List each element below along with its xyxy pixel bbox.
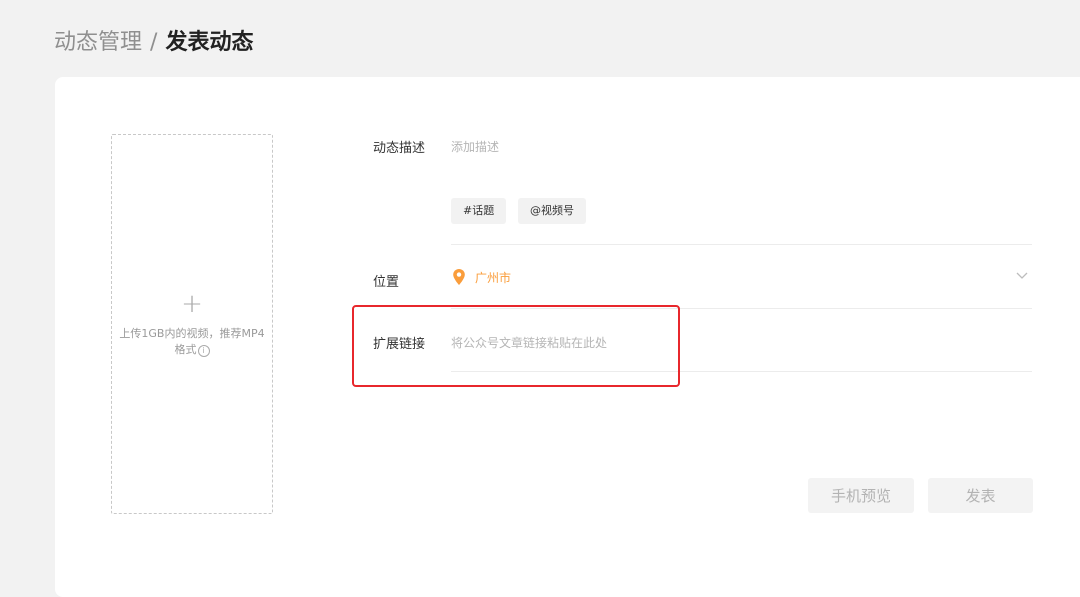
publish-button[interactable]: 发表 xyxy=(928,478,1033,513)
description-input[interactable]: 添加描述 xyxy=(451,138,499,155)
description-label: 动态描述 xyxy=(373,141,426,156)
breadcrumb: 动态管理 / 发表动态 xyxy=(54,28,253,58)
upload-hint: 上传1GB内的视频，推荐MP4格式 i xyxy=(119,327,265,357)
info-icon[interactable]: i xyxy=(197,345,210,357)
page-title: 发表动态 xyxy=(165,30,254,55)
divider xyxy=(451,244,1032,245)
mobile-preview-button[interactable]: 手机预览 xyxy=(808,478,914,513)
highlight-box xyxy=(352,305,680,387)
chevron-down-icon[interactable] xyxy=(1016,272,1028,280)
location-value: 广州市 xyxy=(475,270,512,285)
breadcrumb-separator: / xyxy=(150,30,158,55)
video-upload-area[interactable]: + 上传1GB内的视频，推荐MP4格式 i xyxy=(111,134,273,514)
location-label: 位置 xyxy=(373,275,400,290)
channel-tag-button[interactable]: @视频号 xyxy=(518,198,586,224)
location-selector[interactable]: 广州市 xyxy=(451,268,511,286)
topic-tag-button[interactable]: #话题 xyxy=(451,198,507,224)
breadcrumb-parent[interactable]: 动态管理 xyxy=(54,30,142,55)
location-pin-icon xyxy=(453,269,465,285)
plus-icon: + xyxy=(181,289,203,319)
